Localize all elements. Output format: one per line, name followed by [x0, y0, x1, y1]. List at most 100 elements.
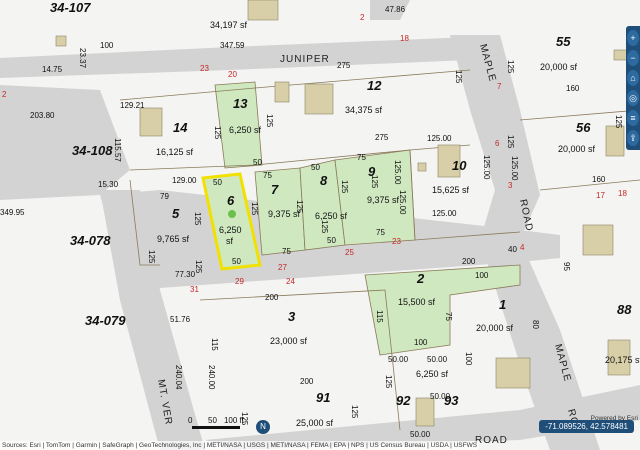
area-34197: 34,197 sf: [210, 20, 248, 30]
dim-75-b: 75: [357, 153, 366, 162]
zoom-out-button[interactable]: −: [627, 50, 639, 66]
marker-18-right: 18: [618, 189, 627, 198]
parcel-map[interactable]: JUNIPER MAPLE ROAD MAPLE RO MT. VER ROAD…: [0, 0, 640, 450]
dim-240-04: 240.04: [174, 365, 183, 390]
dim-100-a: 100: [100, 41, 114, 50]
share-button[interactable]: ⇪: [627, 130, 639, 146]
dim-125-b: 125: [506, 60, 515, 74]
dim-125-g: 125: [193, 212, 202, 226]
parcel-lines-top: [119, 69, 471, 101]
dim-125-j: 125: [340, 180, 349, 194]
marker-24: 24: [286, 277, 295, 286]
area-8: 6,250 sf: [315, 211, 348, 221]
location-pin-icon: [228, 210, 236, 218]
area-1: 20,000 sf: [476, 323, 514, 333]
dim-15-30: 15.30: [98, 180, 119, 189]
marker-29: 29: [235, 277, 244, 286]
label-juniper: JUNIPER: [280, 54, 330, 65]
dim-50-00-a: 50.00: [388, 355, 409, 364]
building-east: [582, 224, 614, 256]
area-92-93: 6,250 sf: [416, 369, 449, 379]
dim-95: 95: [562, 262, 571, 271]
scale-label-0: 0: [188, 416, 193, 425]
parcel-13: 13: [233, 96, 248, 111]
dim-125-00-c: 125.00: [482, 155, 491, 180]
layers-button[interactable]: ≡: [627, 110, 639, 126]
dim-125-n: 125: [194, 260, 203, 274]
dim-125-h: 125: [250, 202, 259, 216]
dim-347-59: 347.59: [220, 41, 245, 50]
marker-3: 3: [508, 181, 513, 190]
marker-27: 27: [278, 263, 287, 272]
building-107: [55, 35, 67, 47]
dim-115-a: 115: [375, 310, 384, 323]
area-6-unit: sf: [226, 236, 234, 246]
parcel-7: 7: [271, 182, 279, 197]
dim-75-a: 75: [263, 171, 272, 180]
locate-button[interactable]: ◎: [627, 90, 639, 106]
parcel-2-shape[interactable]: [364, 264, 521, 356]
area-14: 16,125 sf: [156, 147, 194, 157]
area-9: 9,375 sf: [367, 195, 400, 205]
dim-47-86: 47.86: [385, 5, 406, 14]
dim-125-q: 125: [350, 405, 359, 419]
dim-75-e: 75: [444, 312, 453, 321]
dim-200-a: 200: [462, 257, 476, 266]
dim-125-00-e: 125.00: [398, 190, 407, 215]
dim-51-76: 51.76: [170, 315, 191, 324]
scale-label-50: 50: [208, 416, 217, 425]
area-55: 20,000 sf: [540, 62, 578, 72]
dim-23-37: 23.37: [78, 48, 87, 69]
parcel-10: 10: [452, 158, 467, 173]
parcel-55: 55: [556, 34, 571, 49]
dim-125-c: 125: [213, 126, 222, 140]
building-10b: [417, 162, 427, 172]
area-88: 20,175 sf: [605, 355, 640, 365]
dim-129-00: 129.00: [172, 176, 197, 185]
dim-129-21: 129.21: [120, 101, 145, 110]
zoom-in-button[interactable]: +: [627, 30, 639, 46]
dim-200-c: 200: [300, 377, 314, 386]
dim-125-e: 125: [506, 135, 515, 149]
dim-125-k: 125: [147, 250, 156, 264]
dim-50-c: 50: [311, 163, 320, 172]
dim-40: 40: [508, 245, 517, 254]
parcel-91: 91: [316, 390, 330, 405]
marker-2-top: 2: [360, 13, 365, 22]
building-92: [415, 397, 435, 427]
area-10: 15,625 sf: [432, 185, 470, 195]
marker-4: 4: [520, 243, 525, 252]
dim-349-95: 349.95: [0, 208, 25, 217]
dim-50-00-b: 50.00: [427, 355, 448, 364]
home-button[interactable]: ⌂: [627, 70, 639, 86]
dim-275-a: 275: [337, 61, 351, 70]
area-6: 6,250: [219, 225, 242, 235]
building-top: [247, 0, 279, 21]
scale-label-100: 100 ft: [223, 416, 244, 425]
parcel-2: 2: [416, 271, 425, 286]
parcel-56: 56: [576, 120, 591, 135]
area-13: 6,250 sf: [229, 125, 262, 135]
label-road-bottom: ROAD: [475, 435, 508, 446]
parcel-14: 14: [173, 120, 188, 135]
attribution: Sources: Esri | TomTom | Garmin | SafeGr…: [0, 441, 480, 450]
dim-275-b: 275: [375, 133, 389, 142]
map-controls: + − ⌂ ◎ ≡ ⇪: [626, 26, 640, 150]
scale-bar: 0 50 100 ft: [188, 416, 244, 436]
marker-20: 20: [228, 70, 237, 79]
parcel-34-078: 34-078: [70, 233, 111, 248]
dim-160-b: 160: [592, 175, 606, 184]
dim-160-a: 160: [566, 84, 580, 93]
dim-115-57: 115.57: [113, 138, 122, 162]
dim-125-00-a: 125.00: [427, 134, 452, 143]
marker-23-top: 23: [200, 64, 209, 73]
area-3: 23,000 sf: [270, 336, 308, 346]
dim-125-l: 125: [320, 220, 329, 234]
area-5: 9,765 sf: [157, 234, 190, 244]
powered-by-label: Powered by Esri: [590, 415, 638, 422]
building-12a: [274, 81, 290, 103]
dim-77-30: 77.30: [175, 270, 196, 279]
area-56: 20,000 sf: [558, 144, 596, 154]
north-arrow-icon: N: [256, 420, 270, 434]
marker-18: 18: [400, 34, 409, 43]
